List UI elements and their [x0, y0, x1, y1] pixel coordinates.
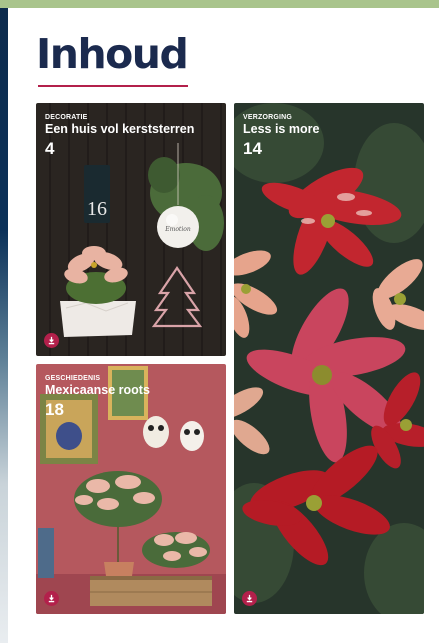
download-button[interactable]: [242, 591, 257, 606]
card-page-number: 14: [243, 139, 262, 158]
card-verzorging[interactable]: VERZORGING Less is more 14: [234, 103, 424, 614]
title-underline: [38, 85, 188, 87]
card-decoratie[interactable]: 16 Emotion DECORATIE Een huis vol kersts…: [36, 103, 226, 356]
left-edge-strip: [0, 8, 8, 643]
page-title: Inhoud: [36, 30, 189, 78]
card-geschiedenis[interactable]: GESCHIEDENIS Mexicaanse roots 18: [36, 364, 226, 614]
download-button[interactable]: [44, 591, 59, 606]
ornament-text: Emotion: [164, 226, 191, 233]
card-title: Mexicaanse roots: [45, 383, 150, 397]
verzorging-photo: [234, 103, 424, 614]
download-icon: [48, 336, 55, 345]
card-page-number: 18: [45, 400, 64, 419]
house-number-text: 16: [87, 198, 107, 220]
card-category: VERZORGING: [243, 114, 293, 121]
decoratie-photo: 16 Emotion: [36, 103, 226, 356]
download-icon: [246, 594, 253, 603]
card-page-number: 4: [45, 139, 55, 158]
download-button[interactable]: [44, 333, 59, 348]
card-title: Een huis vol kerststerren: [45, 122, 195, 136]
card-category: DECORATIE: [45, 114, 88, 121]
card-title: Less is more: [243, 122, 320, 136]
download-icon: [48, 594, 55, 603]
card-category: GESCHIEDENIS: [45, 375, 101, 382]
top-bar: [0, 0, 439, 8]
geschiedenis-photo: [36, 364, 226, 614]
